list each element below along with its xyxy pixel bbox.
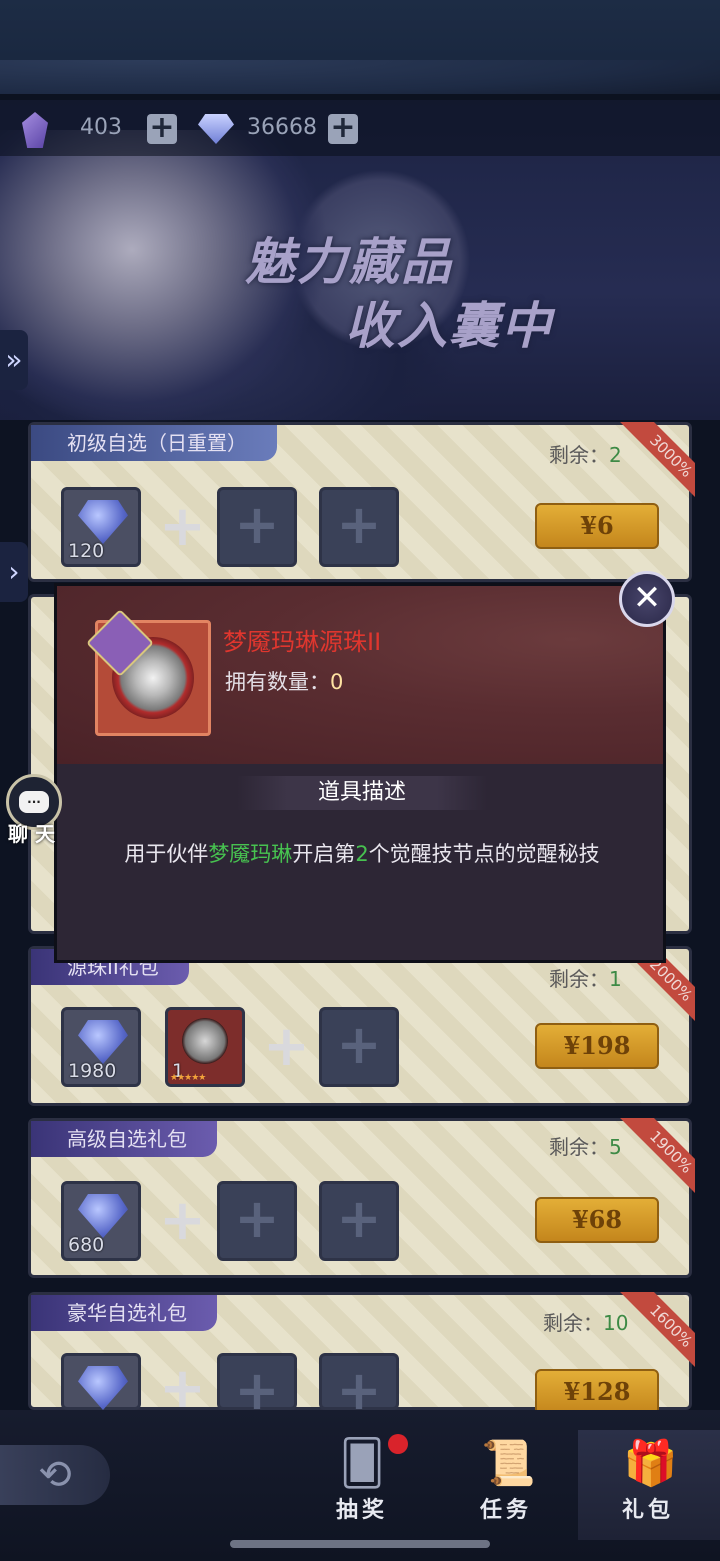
discount-ribbon: 3000% [605,422,695,512]
item-icon-frame [86,609,211,736]
pack-card-orb: 源珠II礼包 剩余：1 2000% 1980 1 ★★★★★ + ¥198 [28,946,695,1106]
item-name: 梦魇玛琳源珠II [223,628,382,656]
plus-separator: + [263,1014,310,1079]
discount-ribbon: 1900% [605,1118,695,1208]
reward-slot-empty[interactable] [319,487,399,567]
diamond-count: 36668 [247,115,317,140]
close-popup-button[interactable]: ✕ [619,571,675,627]
gift-icon: 🎁 [623,1438,678,1489]
plus-separator: + [159,1188,206,1253]
tab-tasks[interactable]: 📜 任务 [436,1430,576,1540]
banner-title-line2: 收入囊中 [345,296,553,355]
home-indicator [230,1540,490,1548]
cards-icon: 🂠 [339,1438,385,1489]
tab-lottery[interactable]: 🂠 抽奖 [292,1430,432,1540]
chat-bubble-icon: ... [19,791,49,813]
pack-card-deluxe: 豪华自选礼包 剩余：10 1600% + ¥128 [28,1292,695,1421]
orb-emblem-icon [182,1018,228,1064]
plus-separator: + [159,494,206,559]
scroll-icon: 📜 [481,1438,536,1489]
reward-slot-empty[interactable] [217,1353,297,1410]
reward-slot-gem[interactable]: 120 [61,487,141,567]
add-diamond-button[interactable]: + [328,113,358,144]
reward-slot-gem[interactable]: 680 [61,1181,141,1261]
reward-slot-empty[interactable] [217,1181,297,1261]
reward-slot-empty[interactable] [319,1353,399,1410]
pack-card-basic: 初级自选（日重置） 剩余：2 3000% 120 + ¥6 [28,422,695,582]
pack-title: 初级自选（日重置） [31,425,277,461]
pack-title: 高级自选礼包 [31,1121,217,1157]
reward-slot-gem[interactable] [61,1353,141,1410]
buy-button[interactable]: ¥128 [535,1369,659,1415]
top-frame-decoration [0,60,720,100]
section-header: 道具描述 [237,776,487,810]
plus-separator: + [159,1356,206,1421]
item-description: 用于伙伴梦魇玛琳开启第2个觉醒技节点的觉醒秘技 [124,842,600,866]
star-rating-icon: ★★★★★ [170,1073,206,1083]
reward-slot-empty[interactable] [217,487,297,567]
reward-slot-gem[interactable]: 1980 [61,1007,141,1087]
reward-slot-empty[interactable] [319,1007,399,1087]
pack-card-advanced: 高级自选礼包 剩余：5 1900% 680 + ¥68 [28,1118,695,1278]
diamond-icon [78,1194,128,1238]
tab-gift-packs[interactable]: 🎁 礼包 [578,1430,720,1540]
add-crystal-button[interactable]: + [147,113,177,144]
section-title: 道具描述 [317,780,406,805]
buy-button[interactable]: ¥68 [535,1197,659,1243]
buy-button[interactable]: ¥198 [535,1023,659,1069]
back-button[interactable]: ⟲ [0,1445,110,1505]
crystal-count: 403 [80,115,122,140]
diamond-icon [78,500,128,544]
diamond-icon [78,1020,128,1064]
item-owned-count: 拥有数量：0 [225,670,344,694]
side-arrow-right[interactable]: › [0,542,28,602]
item-detail-popup: 梦魇玛琳源珠II 拥有数量：0 道具描述 用于伙伴梦魇玛琳开启第2个觉醒技节点的… [54,583,666,963]
notification-dot [388,1434,408,1454]
reward-slot-orb-item[interactable]: 1 ★★★★★ [165,1007,245,1087]
chat-label: 聊 天 [8,822,55,846]
status-bar [0,0,720,60]
diamond-icon [78,1366,128,1410]
pack-title: 豪华自选礼包 [31,1295,217,1331]
expand-side-arrow[interactable]: » [0,330,28,390]
popup-header: 梦魇玛琳源珠II 拥有数量：0 [57,586,663,764]
buy-button[interactable]: ¥6 [535,503,659,549]
reward-slot-empty[interactable] [319,1181,399,1261]
banner-title-line1: 魅力藏品 [245,232,453,291]
